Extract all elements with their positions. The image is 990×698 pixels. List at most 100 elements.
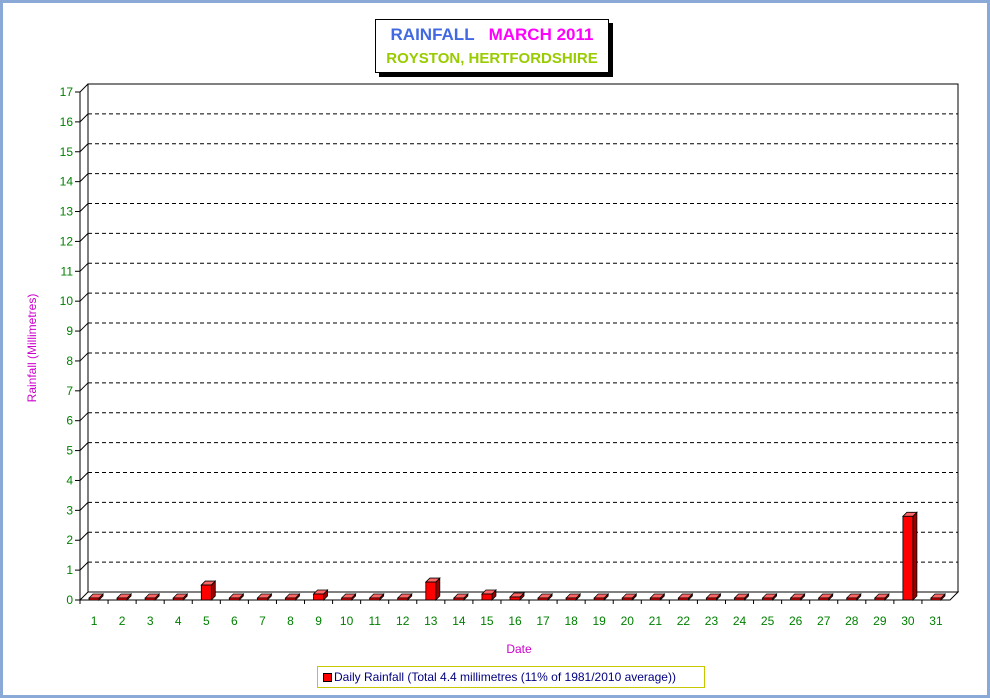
y-tick-label: 11	[61, 264, 74, 278]
x-tick-label: 19	[593, 614, 607, 628]
x-tick-label: 31	[929, 614, 943, 628]
x-tick-label: 4	[175, 614, 182, 628]
chart-subtitle: ROYSTON, HERTFORDSHIRE	[386, 50, 598, 67]
x-tick-label: 5	[203, 614, 210, 628]
x-tick-label: 15	[480, 614, 494, 628]
y-tick-label: 2	[66, 533, 73, 547]
bar-front	[509, 596, 521, 601]
gridline-connector	[79, 501, 89, 511]
gridline-connector	[79, 173, 89, 183]
y-tick-label: 8	[66, 354, 73, 368]
x-tick-label: 13	[424, 614, 438, 628]
bar-front	[200, 584, 212, 601]
y-tick-label: 14	[60, 175, 74, 189]
y-tick-label: 16	[60, 115, 74, 129]
bar-front	[846, 597, 858, 601]
x-tick-label: 20	[621, 614, 635, 628]
y-tick-label: 13	[60, 205, 74, 219]
y-tick-label: 10	[60, 294, 74, 308]
y-tick-label: 6	[66, 414, 73, 428]
bar-front	[453, 597, 465, 601]
gridline-connector	[79, 531, 89, 541]
gridline-connector	[79, 442, 89, 451]
x-tick-label: 17	[536, 614, 550, 628]
gridline-connector	[79, 203, 89, 212]
gridline-connector	[79, 412, 89, 422]
x-tick-label: 21	[649, 614, 663, 628]
bar	[480, 589, 497, 601]
bar	[901, 511, 918, 601]
bar-front	[649, 597, 661, 601]
bar	[424, 577, 441, 601]
bar-front	[116, 597, 128, 601]
legend: Daily Rainfall (Total 4.4 millimetres (1…	[317, 666, 705, 688]
bar-front	[257, 597, 268, 601]
x-axis-title: Date	[506, 642, 532, 656]
x-tick-label: 23	[705, 614, 719, 628]
bar-front	[88, 597, 100, 601]
gridline-connector	[79, 382, 89, 392]
bar-front	[313, 593, 324, 601]
gridline-connector	[79, 233, 89, 242]
bar-front	[621, 597, 633, 601]
bar-front	[790, 597, 802, 601]
bar-front	[425, 581, 437, 601]
y-tick-label: 17	[60, 85, 74, 99]
x-tick-label: 28	[845, 614, 859, 628]
bar-front	[902, 515, 914, 601]
bar	[312, 589, 329, 601]
x-tick-label: 11	[368, 614, 381, 628]
bar-front	[369, 597, 381, 601]
bar-front	[593, 597, 605, 601]
gridline-connector	[79, 83, 89, 93]
x-tick-label: 16	[508, 614, 522, 628]
gridline-connector	[79, 262, 89, 272]
bar-front	[706, 597, 717, 601]
y-axis-title: Rainfall (Millimetres)	[25, 294, 39, 403]
y-tick-label: 1	[66, 563, 73, 577]
legend-swatch	[323, 673, 332, 682]
y-tick-label: 9	[66, 324, 73, 338]
plot-back-wall	[87, 83, 959, 593]
chart-title-month: MARCH 2011	[488, 25, 594, 44]
x-tick-label: 10	[340, 614, 354, 628]
x-tick-label: 27	[817, 614, 831, 628]
bar-front	[341, 597, 353, 601]
bar-front	[172, 597, 184, 601]
bar-front	[481, 593, 493, 601]
x-tick-label: 18	[564, 614, 578, 628]
y-tick-label: 3	[66, 503, 73, 517]
x-tick-label: 2	[119, 614, 126, 628]
chart-plot: 012345678910111213141516171 2 3 4 5 6 7 8 9 10 11 1…	[25, 83, 960, 656]
gridline-connector	[79, 292, 89, 302]
bar-front	[285, 597, 296, 601]
y-tick-label: 0	[66, 593, 73, 607]
x-tick-label: 7	[259, 614, 266, 628]
x-tick-label: 30	[901, 614, 915, 628]
x-tick-label: 14	[452, 614, 466, 628]
x-tick-label: 25	[761, 614, 775, 628]
bar	[200, 580, 217, 601]
gridline-connector	[79, 113, 89, 123]
legend-label: Daily Rainfall (Total 4.4 millimetres (1…	[334, 670, 676, 684]
gridline-connector	[79, 143, 89, 153]
bar-front	[537, 597, 549, 601]
bar-side	[912, 511, 918, 601]
chart-title-box: RAINFALL MARCH 2011 ROYSTON, HERTFORDSHIR…	[375, 19, 609, 73]
gridline-connector	[79, 561, 89, 571]
x-tick-label: 12	[396, 614, 410, 628]
bar-front	[818, 597, 830, 601]
chart-title: RAINFALL MARCH 2011	[376, 25, 608, 45]
x-tick-label: 29	[873, 614, 887, 628]
bar-front	[144, 597, 156, 601]
x-tick-label: 8	[287, 614, 294, 628]
bar-front	[565, 597, 577, 601]
y-tick-label: 12	[60, 234, 74, 248]
y-tick-label: 15	[60, 145, 74, 159]
chart-title-rainfall: RAINFALL	[390, 25, 475, 44]
bar-front	[397, 597, 409, 601]
x-tick-label: 1	[91, 614, 98, 628]
gridline-connector	[79, 472, 89, 481]
bar-front	[677, 597, 689, 601]
bar-front	[734, 597, 745, 601]
